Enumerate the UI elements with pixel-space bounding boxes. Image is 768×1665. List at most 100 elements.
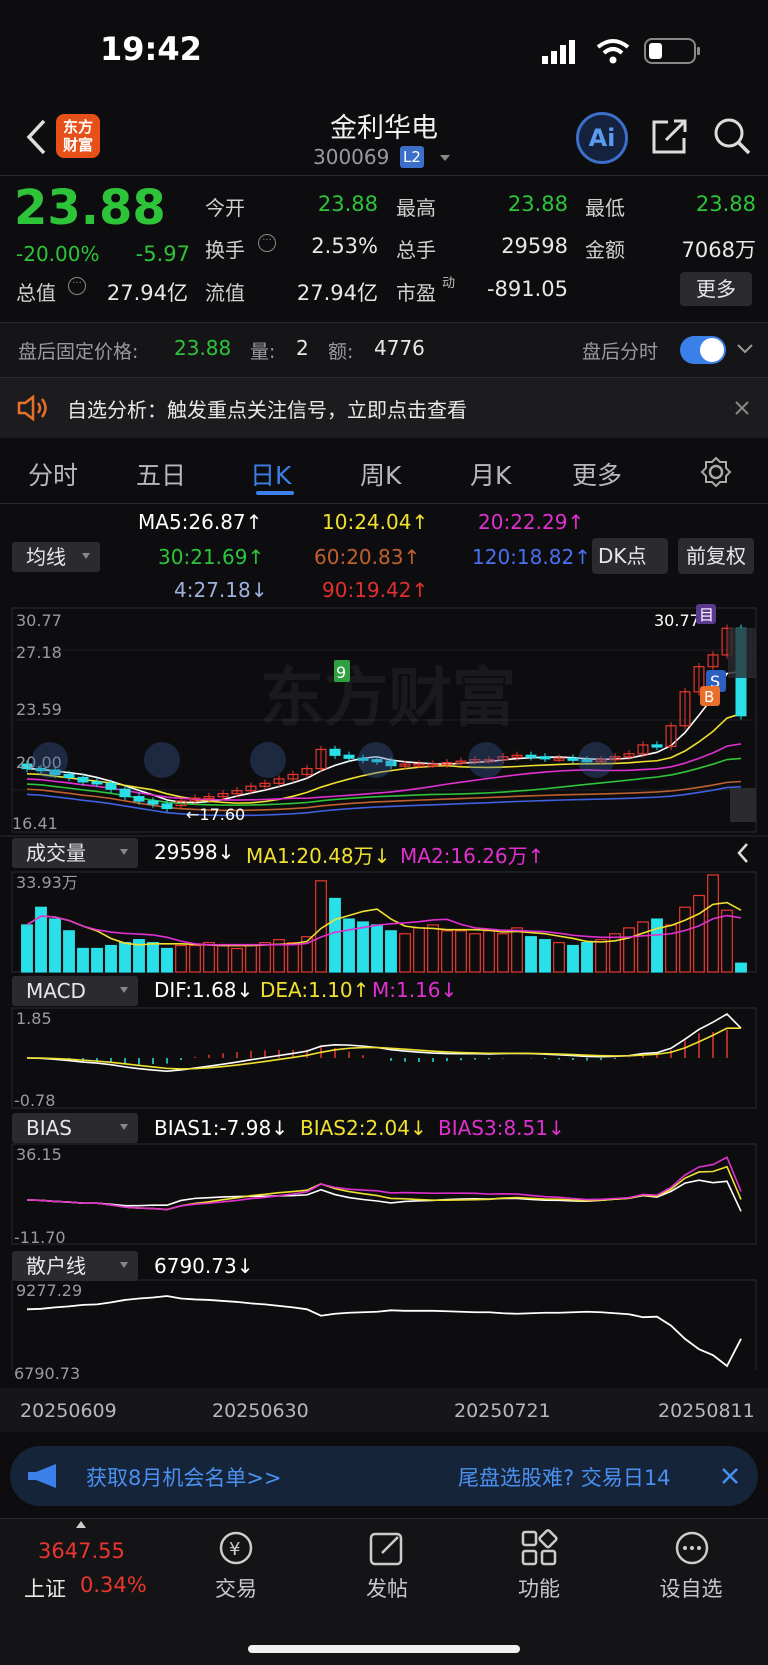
index-value[interactable]: 3647.55: [38, 1539, 125, 1563]
kline-side-panel: [728, 628, 756, 678]
retail-axis-top: 9277.29: [16, 1281, 82, 1300]
volume-bar: [175, 944, 187, 973]
prev-circle: [358, 742, 394, 778]
promo-right-text[interactable]: 尾盘选股难? 交易日14: [458, 1462, 671, 1492]
macd-selector[interactable]: MACD: [12, 976, 138, 1006]
candle: [539, 756, 551, 760]
bias-axis-top: 36.15: [16, 1145, 62, 1164]
kline-high-mark: 30.77: [654, 611, 700, 630]
mktcap-info-icon[interactable]: ···: [68, 277, 86, 295]
volume-ma1-legend: MA1:20.48万↓: [246, 844, 391, 868]
date-axis: 20250609 20250630 20250721 20250811: [0, 1388, 768, 1432]
bias-selector[interactable]: BIAS: [12, 1113, 138, 1143]
zoom-out-circle: [144, 742, 180, 778]
candle: [105, 782, 117, 790]
volume-bar: [427, 924, 439, 973]
after-amt-label: 额:: [328, 341, 354, 363]
macd-dif-legend: DIF:1.68↓: [154, 978, 254, 1002]
after-hours-bar: 盘后固定价格: 23.88 量: 2 额: 4776 盘后分时: [0, 323, 768, 377]
watchlist-label[interactable]: 设自选: [636, 1573, 746, 1603]
ai-icon[interactable]: Ai: [576, 112, 628, 164]
macd-selector-label: MACD: [26, 979, 86, 1003]
close-icon[interactable]: [720, 1466, 740, 1486]
dk-point-button[interactable]: DK点: [592, 538, 668, 574]
ma10-legend: 10:24.04↑: [322, 510, 429, 534]
volume-bar: [49, 918, 61, 973]
trade-label[interactable]: 交易: [181, 1573, 291, 1603]
index-pct[interactable]: 0.34%: [80, 1573, 147, 1597]
gear-icon[interactable]: [700, 456, 732, 488]
volume-bar: [245, 944, 257, 973]
kline-axis-bottom: 16.41: [12, 814, 58, 833]
kline-axis-3: 23.59: [16, 700, 62, 719]
speaker-icon: [17, 394, 47, 422]
bias-line: [26, 1165, 742, 1211]
volume-bars: [21, 874, 747, 973]
chevron-down-icon[interactable]: [736, 343, 754, 355]
turnover-value: 2.53%: [311, 234, 378, 258]
candle: [133, 796, 145, 802]
volume-bar: [693, 894, 705, 973]
retail-line: [26, 1295, 742, 1368]
volume-bar: [189, 944, 201, 973]
post-icon[interactable]: [368, 1529, 406, 1567]
wifi-icon: [596, 39, 630, 64]
level-badge: L2: [400, 146, 424, 168]
search-icon[interactable]: [712, 116, 752, 156]
after-qty-label: 量:: [250, 341, 276, 363]
tab-daily-k[interactable]: 日K: [250, 456, 291, 492]
change-amt: -5.97: [135, 242, 190, 266]
function-label[interactable]: 功能: [484, 1573, 594, 1603]
volume-selector[interactable]: 成交量: [12, 838, 138, 868]
ma-selector[interactable]: 均线: [12, 542, 100, 572]
adjust-button[interactable]: 前复权: [678, 538, 754, 574]
volume-label: 总手: [396, 238, 436, 262]
close-icon[interactable]: [734, 400, 750, 416]
tab-weekly-k[interactable]: 周K: [360, 456, 401, 492]
fullscreen-circle: [578, 742, 614, 778]
volume-bar: [623, 927, 635, 973]
notice-bar[interactable]: 自选分析：触发重点关注信号，立即点击查看: [0, 378, 768, 438]
signal-9-text: 9: [336, 663, 346, 682]
promo-banner[interactable]: 获取8月机会名单>> 尾盘选股难? 交易日14: [10, 1446, 758, 1506]
tab-monthly-k[interactable]: 月K: [470, 456, 511, 492]
volume-bar: [119, 941, 131, 973]
volume-bar: [231, 947, 243, 973]
bias3-legend: BIAS3:8.51↓: [438, 1116, 565, 1140]
volume-bar: [539, 939, 551, 973]
trade-icon[interactable]: ¥: [216, 1529, 256, 1567]
date-label: 20250721: [454, 1400, 551, 1422]
collapse-panel-button: [730, 788, 756, 822]
tab-timeshare[interactable]: 分时: [28, 456, 78, 492]
tab-more[interactable]: 更多: [572, 456, 622, 492]
period-tabs: 分时 五日 日K 周K 月K 更多: [0, 438, 768, 502]
chevron-left-icon[interactable]: [735, 841, 751, 865]
watchlist-icon[interactable]: [672, 1529, 712, 1567]
index-name[interactable]: 上证: [24, 1573, 66, 1603]
candle: [651, 744, 663, 748]
open-label: 今开: [205, 196, 245, 220]
promo-left-text[interactable]: 获取8月机会名单>>: [86, 1462, 282, 1492]
tab-5day[interactable]: 五日: [136, 456, 186, 492]
candle: [119, 788, 131, 798]
macd-dif-line: [26, 1012, 742, 1073]
retail-selector[interactable]: 散户线: [12, 1251, 138, 1281]
volume-bar: [217, 944, 229, 973]
function-icon[interactable]: [520, 1529, 558, 1567]
volume-bar: [525, 936, 537, 973]
volume-bar: [91, 947, 103, 973]
volume-bar: [665, 924, 677, 973]
low-label: 最低: [585, 196, 625, 220]
pe-sup: 动: [442, 276, 456, 291]
mktcap-label: 总值: [16, 281, 56, 305]
retail-selector-label: 散户线: [26, 1254, 86, 1278]
post-label[interactable]: 发帖: [332, 1573, 442, 1603]
code-dropdown-icon[interactable]: [440, 155, 450, 161]
battery-icon: [644, 38, 700, 64]
share-icon[interactable]: [650, 116, 690, 156]
more-button[interactable]: 更多: [680, 272, 752, 306]
after-hours-toggle[interactable]: [680, 336, 726, 364]
after-amt: 4776: [374, 336, 425, 360]
bias-selector-label: BIAS: [26, 1116, 72, 1140]
kline-axis-top: 30.77: [16, 611, 62, 630]
